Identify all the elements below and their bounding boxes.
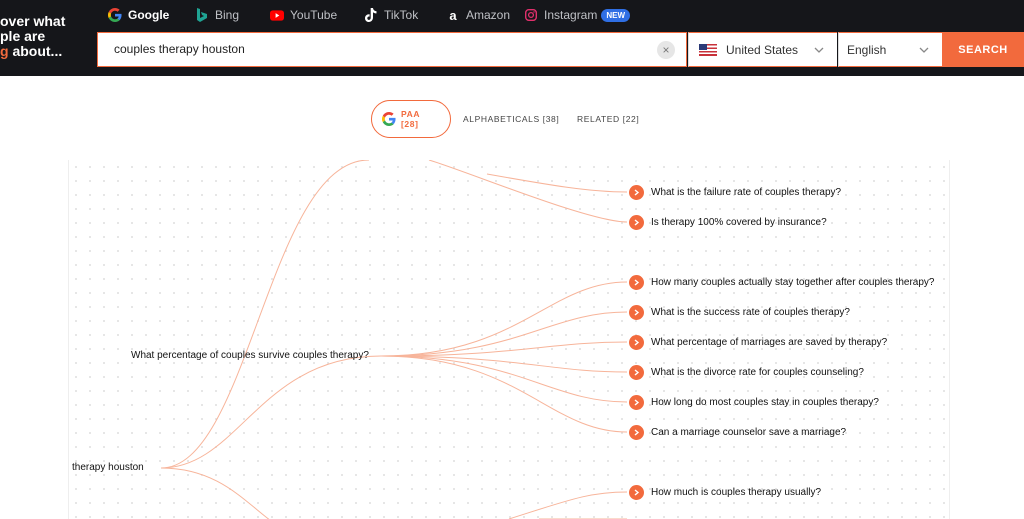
chevron-right-icon (629, 275, 644, 290)
leaf-label: How many couples actually stay together … (651, 277, 935, 288)
engine-tab-youtube[interactable]: YouTube (270, 0, 364, 30)
brand-line-3: g about... (0, 44, 65, 59)
brand-line-2: ple are (0, 28, 46, 44)
bing-icon (195, 8, 209, 22)
leaf-label: How long do most couples stay in couples… (651, 397, 879, 408)
clear-icon[interactable]: × (657, 41, 675, 59)
engine-tab-tiktok[interactable]: TikTok (364, 0, 446, 30)
chevron-right-icon (629, 365, 644, 380)
tree-root: therapy houston (72, 462, 144, 473)
tab-paa[interactable]: PAA [28] (371, 100, 451, 138)
engine-tab-amazon[interactable]: a Amazon (446, 0, 524, 30)
question-tree: therapy houston What percentage of coupl… (68, 160, 950, 519)
top-bar: over what ple are g about... Google Bing… (0, 0, 1024, 76)
chevron-right-icon (629, 215, 644, 230)
amazon-icon: a (449, 7, 457, 23)
engine-tabs: Google Bing YouTube TikTok a Amazon Inst… (100, 0, 631, 30)
engine-label-google: Google (128, 8, 170, 22)
chevron-right-icon (629, 335, 644, 350)
tree-leaf[interactable]: What is the failure rate of couples ther… (629, 185, 841, 200)
engine-label-tiktok: TikTok (384, 8, 419, 22)
leaf-label: What is the success rate of couples ther… (651, 307, 850, 318)
leaf-label: What is the divorce rate for couples cou… (651, 367, 864, 378)
tiktok-icon (364, 8, 378, 22)
search-input[interactable] (114, 42, 634, 56)
brand-tagline: over what ple are g about... (0, 14, 65, 59)
leaf-label: What is the failure rate of couples ther… (651, 187, 842, 198)
chevron-right-icon (629, 395, 644, 410)
leaf-label: How much is couples therapy usually? (651, 487, 822, 498)
tree-leaf[interactable]: What is the divorce rate for couples cou… (629, 365, 864, 380)
brand-line-1: over what (0, 13, 66, 29)
tree-leaf[interactable]: Is therapy 100% covered by insurance? (629, 215, 827, 230)
instagram-icon (524, 8, 538, 22)
tree-leaf[interactable]: How many couples actually stay together … (629, 275, 935, 290)
engine-tab-bing[interactable]: Bing (195, 0, 270, 30)
google-icon (382, 112, 396, 126)
chevron-down-icon (919, 47, 929, 53)
tab-related-label: RELATED [22] (577, 114, 640, 124)
leaf-label: Can a marriage counselor save a marriage… (651, 427, 847, 438)
chevron-right-icon (629, 305, 644, 320)
engine-tab-google[interactable]: Google (100, 0, 195, 30)
chevron-right-icon (629, 425, 644, 440)
tab-alphabeticals-label: ALPHABETICALS [38] (463, 114, 560, 124)
language-select[interactable]: English (838, 32, 942, 67)
language-label: English (847, 42, 887, 57)
tab-related[interactable]: RELATED [22] (577, 100, 639, 138)
tab-alphabeticals[interactable]: ALPHABETICALS [38] (463, 100, 559, 138)
brand-highlight: g (0, 43, 9, 59)
leaf-label: Is therapy 100% covered by insurance? (651, 217, 827, 228)
chevron-right-icon (629, 485, 644, 500)
engine-tab-instagram[interactable]: Instagram NEW (524, 0, 631, 30)
search-button[interactable]: SEARCH (942, 32, 1024, 67)
new-badge: NEW (601, 8, 631, 22)
engine-label-instagram: Instagram (544, 8, 598, 22)
leaf-label: What percentage of marriages are saved b… (651, 337, 888, 348)
chevron-right-icon (629, 185, 644, 200)
engine-label-youtube: YouTube (290, 8, 338, 22)
tab-paa-label: PAA [28] (401, 109, 420, 129)
tree-branch[interactable]: What percentage of couples survive coupl… (131, 350, 369, 361)
engine-label-amazon: Amazon (466, 8, 511, 22)
tree-leaf[interactable]: How long do most couples stay in couples… (629, 395, 879, 410)
brand-line-3-rest: about... (8, 43, 63, 59)
search-box: × (97, 32, 687, 67)
tree-leaf[interactable]: What percentage of marriages are saved b… (629, 335, 887, 350)
tree-leaf[interactable]: Can a marriage counselor save a marriage… (629, 425, 846, 440)
country-label: United States (726, 42, 799, 57)
chevron-down-icon (814, 47, 824, 53)
google-icon (108, 8, 122, 22)
tree-leaf[interactable]: What is the success rate of couples ther… (629, 305, 850, 320)
country-select[interactable]: United States (688, 32, 837, 67)
youtube-icon (270, 8, 284, 22)
us-flag-icon (699, 43, 717, 56)
result-tabs: PAA [28] ALPHABETICALS [38] RELATED [22] (0, 100, 1024, 140)
engine-label-bing: Bing (215, 8, 240, 22)
tree-leaf[interactable]: How much is couples therapy usually? (629, 485, 821, 500)
